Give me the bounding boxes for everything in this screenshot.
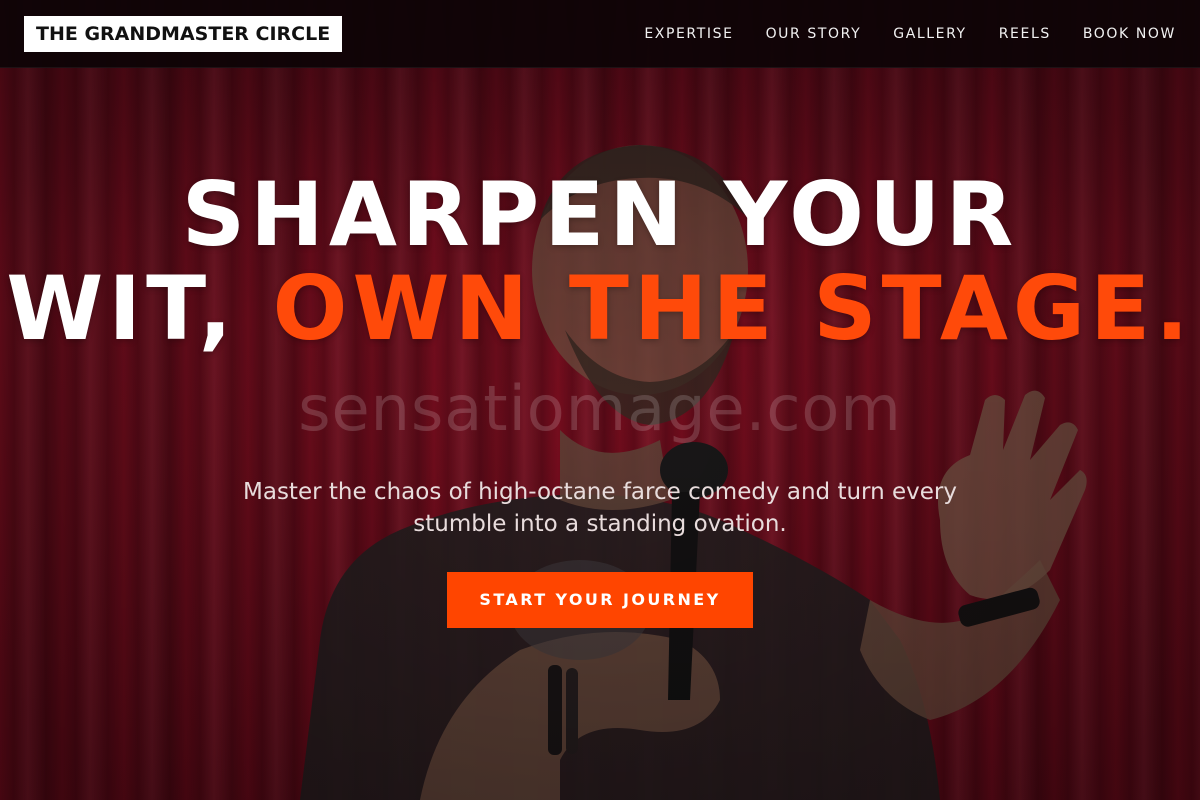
nav-link-our-story[interactable]: OUR STORY: [766, 26, 862, 42]
hero-overlay: [0, 0, 1200, 800]
headline-wit: WIT,: [6, 257, 238, 360]
start-journey-button[interactable]: START YOUR JOURNEY: [447, 572, 753, 628]
hero-headline: SHARPEN YOUR WIT, OWN THE STAGE.: [0, 168, 1200, 356]
headline-accent: OWN THE STAGE.: [272, 257, 1194, 360]
main-nav: EXPERTISE OUR STORY GALLERY REELS BOOK N…: [612, 0, 1176, 68]
nav-link-book-now[interactable]: BOOK NOW: [1083, 26, 1176, 42]
page: sensatiomage.com THE GRANDMASTER CIRCLE …: [0, 0, 1200, 800]
nav-link-expertise[interactable]: EXPERTISE: [644, 26, 733, 42]
site-header: THE GRANDMASTER CIRCLE EXPERTISE OUR STO…: [0, 0, 1200, 68]
nav-link-reels[interactable]: REELS: [999, 26, 1051, 42]
nav-link-gallery[interactable]: GALLERY: [893, 26, 966, 42]
hero-subtitle: Master the chaos of high-octane farce co…: [243, 479, 957, 537]
headline-line-1: SHARPEN YOUR: [181, 163, 1019, 266]
brand-logo[interactable]: THE GRANDMASTER CIRCLE: [24, 16, 343, 52]
